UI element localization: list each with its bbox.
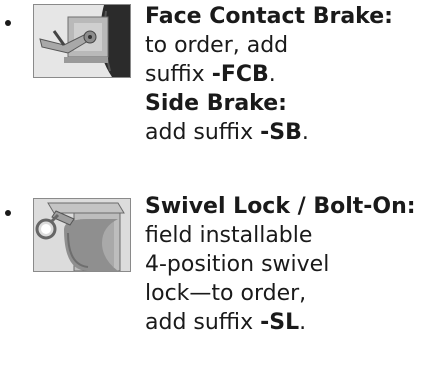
option-item-brake: Face Contact Brake: to order, add suffix… <box>0 0 436 185</box>
brake-caster-icon <box>34 5 130 77</box>
suffix-period: . <box>299 310 307 335</box>
brake-caster-photo <box>33 4 131 78</box>
bullet-dot <box>5 210 11 216</box>
suffix-prefix: add suffix <box>145 310 261 335</box>
suffix-period: . <box>268 62 276 87</box>
swivel-lock-icon <box>34 199 130 271</box>
heading-face-contact-brake: Face Contact Brake: <box>145 4 393 29</box>
text-line: field installable <box>145 223 313 248</box>
swivel-lock-caster-photo <box>33 198 131 272</box>
text-line: to order, add <box>145 33 289 58</box>
text-line: 4-position swivel <box>145 252 330 277</box>
suffix-line-fcb: suffix -FCB. <box>145 60 435 89</box>
heading-side-brake: Side Brake: <box>145 91 287 116</box>
suffix-line-sb: add suffix -SB. <box>145 118 435 147</box>
suffix-code-sb: -SB <box>260 120 302 145</box>
suffix-prefix: suffix <box>145 62 212 87</box>
suffix-prefix: add suffix <box>145 120 261 145</box>
brake-description: Face Contact Brake: to order, add suffix… <box>145 2 435 147</box>
swivel-lock-description: Swivel Lock / Bolt-On: field installable… <box>145 192 435 337</box>
suffix-code-sl: -SL <box>260 310 300 335</box>
option-item-swivel-lock: Swivel Lock / Bolt-On: field installable… <box>0 190 436 377</box>
suffix-code-fcb: -FCB <box>211 62 269 87</box>
suffix-period: . <box>301 120 309 145</box>
text-line: lock—to order, <box>145 281 307 306</box>
suffix-line-sl: add suffix -SL. <box>145 308 435 337</box>
heading-swivel-lock: Swivel Lock / Bolt-On: <box>145 194 416 219</box>
bullet-dot <box>5 20 11 26</box>
